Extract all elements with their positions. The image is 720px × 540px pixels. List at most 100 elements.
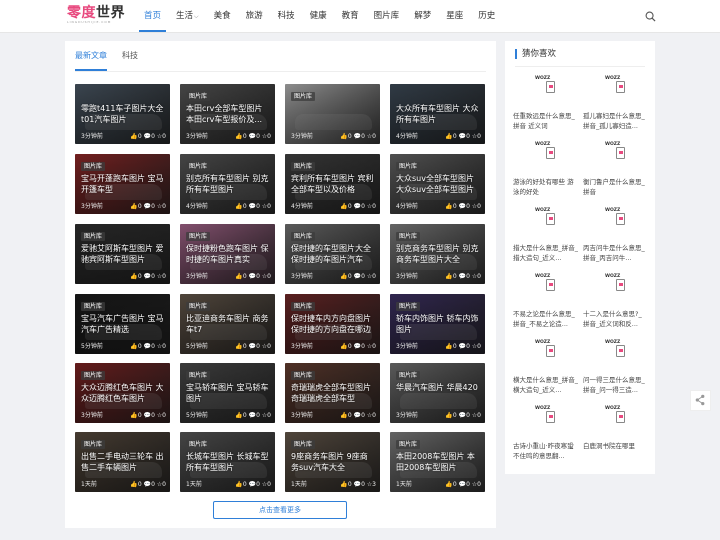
category-badge[interactable]: 图片库 [81,371,106,380]
article-card[interactable]: 图片库 9座商务车图片 9座商务suv汽车大全 1天前 👍0 💬0 ☆3 [285,432,380,492]
article-card[interactable]: 图片库 比亚迪商务车图片 商务车t7 5分钟前 👍0 💬0 ☆0 [180,294,275,354]
article-card[interactable]: 图片库 大众suv全部车型图片 大众suv全部车型图片 4分钟前 👍0 💬0 ☆0 [390,154,485,214]
article-card[interactable]: 图片库 保时捷粉色跑车图片 保时捷的车图片真实 3分钟前 👍0 💬0 ☆0 [180,224,275,284]
category-badge[interactable]: 图片库 [291,302,316,311]
nav-item[interactable]: 生活⌵ [171,0,204,32]
site-logo[interactable]: 零度世界 LINGDUSHIJIE.COM [67,5,125,27]
card-title[interactable]: 宝马轿车图片 宝马轿车图片 [186,382,270,404]
article-card[interactable]: 图片库 保时捷的车型图片大全 保时捷的车图片汽车 3分钟前 👍0 💬0 ☆0 [285,224,380,284]
card-title[interactable]: 别克商务车型图片 别克商务车型图片大全 [396,243,480,265]
recommend-item[interactable]: WOZZ 古诗小重山·昨夜寒蛩不住鸣的意思翻... [513,404,578,466]
card-title[interactable]: 轿车内饰图片 轿车内饰图片 [396,313,480,335]
article-card[interactable]: 图片库 大众迈腾红色车图片 大众迈腾红色车图片 3分钟前 👍0 💬0 ☆0 [75,363,170,423]
recommend-title[interactable]: 衡门鲁户是什么意思_拼音 [583,177,648,197]
nav-item[interactable]: 美食 [209,0,236,32]
category-badge[interactable]: 图片库 [186,162,211,171]
recommend-title[interactable]: 任重致远是什么意思_拼音 近义词 [513,111,578,131]
card-title[interactable]: 别克所有车型图片 别克所有车型图片 [186,173,270,195]
recommend-title[interactable]: 措大是什么意思_拼音_措大造句_近义... [513,243,578,263]
card-title[interactable]: 宝马开蓬跑车图片 宝马开篷车型 [81,173,165,195]
recommend-title[interactable]: 问一得三是什么意思_拼音_问一得三造... [583,375,648,395]
article-card[interactable]: 零跑t411车子图片大全t01汽车图片 3分钟前 👍0 💬0 ☆0 [75,84,170,144]
recommend-title[interactable]: 横大是什么意思_拼音_横大造句_近义... [513,375,578,395]
category-badge[interactable]: 图片库 [186,232,211,241]
nav-item[interactable]: 首页 [139,0,167,32]
card-title[interactable]: 9座商务车图片 9座商务suv汽车大全 [291,451,375,473]
search-icon[interactable] [645,11,656,22]
category-badge[interactable]: 图片库 [81,232,106,241]
recommend-title[interactable]: 游泳的好处有哪些 游泳的好处 [513,177,578,197]
card-title[interactable]: 长城车型图片 长城车型所有车型图片 [186,451,270,473]
card-title[interactable]: 大众所有车型图片 大众所有车图片 [396,103,480,125]
article-card[interactable]: 大众所有车型图片 大众所有车图片 4分钟前 👍0 💬0 ☆0 [390,84,485,144]
card-title[interactable]: 大众suv全部车型图片 大众suv全部车型图片 [396,173,480,195]
card-title[interactable]: 奇瑞瑞虎全部车型图片 奇瑞瑞虎全部车型 [291,382,375,404]
article-card[interactable]: 图片库 别克所有车型图片 别克所有车型图片 4分钟前 👍0 💬0 ☆0 [180,154,275,214]
nav-item[interactable]: 科技 [273,0,300,32]
category-badge[interactable]: 图片库 [291,92,316,101]
category-badge[interactable]: 图片库 [396,232,421,241]
category-badge[interactable]: 图片库 [396,162,421,171]
nav-item[interactable]: 旅游 [241,0,268,32]
article-tab[interactable]: 最新文章 [75,41,107,71]
nav-item[interactable]: 健康 [305,0,332,32]
article-card[interactable]: 图片库 华晨汽车图片 华晨420 3分钟前 👍0 💬0 ☆0 [390,363,485,423]
article-card[interactable]: 图片库 本田2008车型图片 本田2008车型图片 1天前 👍0 💬0 ☆0 [390,432,485,492]
category-badge[interactable]: 图片库 [186,371,211,380]
recommend-item[interactable]: WOZZ 丙吉问牛是什么意思_拼音_丙吉问牛... [583,206,648,268]
card-title[interactable]: 出售二手电动三轮车 出售二手车辆图片 [81,451,165,473]
recommend-item[interactable]: WOZZ 十二入是什么意思?_拼音_近义词和反... [583,272,648,334]
category-badge[interactable]: 图片库 [81,302,106,311]
card-title[interactable]: 爱驰艾阿斯车型图片 爱驰宾阿斯车型图片 [81,243,165,265]
nav-item[interactable]: 教育 [337,0,364,32]
nav-item[interactable]: 星座 [441,0,468,32]
card-title[interactable]: 宾利所有车型图片 宾利全部车型以及价格 [291,173,375,195]
recommend-item[interactable]: WOZZ 任重致远是什么意思_拼音 近义词 [513,74,578,136]
article-tab[interactable]: 科技 [122,41,138,71]
category-badge[interactable]: 图片库 [186,92,211,101]
article-card[interactable]: 图片库 3分钟前 👍0 💬0 ☆0 [285,84,380,144]
recommend-title[interactable]: 孤儿寡妇是什么意思_拼音_孤儿寡妇造... [583,111,648,131]
recommend-title[interactable]: 白鹿洞书院在哪里 [583,441,648,461]
nav-item[interactable]: 图片库 [369,0,405,32]
category-badge[interactable]: 图片库 [396,371,421,380]
nav-item[interactable]: 解梦 [409,0,436,32]
category-badge[interactable]: 图片库 [396,440,421,449]
load-more-button[interactable]: 点击查看更多 [213,501,347,519]
recommend-item[interactable]: WOZZ 白鹿洞书院在哪里 [583,404,648,466]
card-title[interactable]: 保时捷粉色跑车图片 保时捷的车图片真实 [186,243,270,265]
article-card[interactable]: 图片库 宝马轿车图片 宝马轿车图片 5分钟前 👍0 💬0 ☆0 [180,363,275,423]
recommend-item[interactable]: WOZZ 孤儿寡妇是什么意思_拼音_孤儿寡妇造... [583,74,648,136]
category-badge[interactable]: 图片库 [291,440,316,449]
card-title[interactable]: 宝马汽车广告图片 宝马汽车广告精选 [81,313,165,335]
card-title[interactable]: 华晨汽车图片 华晨420 [396,382,480,404]
article-card[interactable]: 图片库 爱驰艾阿斯车型图片 爱驰宾阿斯车型图片 👍0 💬0 ☆0 [75,224,170,284]
card-title[interactable]: 本田crv全部车型图片 本田crv车型报价及... [186,103,270,125]
card-title[interactable]: 零跑t411车子图片大全t01汽车图片 [81,103,165,125]
category-badge[interactable]: 图片库 [291,162,316,171]
nav-item[interactable]: 历史 [473,0,500,32]
category-badge[interactable]: 图片库 [396,302,421,311]
article-card[interactable]: 图片库 宝马开蓬跑车图片 宝马开篷车型 3分钟前 👍0 💬0 ☆0 [75,154,170,214]
recommend-title[interactable]: 古诗小重山·昨夜寒蛩不住鸣的意思翻... [513,441,578,461]
article-card[interactable]: 图片库 轿车内饰图片 轿车内饰图片 3分钟前 👍0 💬0 ☆0 [390,294,485,354]
article-card[interactable]: 图片库 保时捷车内方向盘图片 保时捷的方向盘在哪边 3分钟前 👍0 💬0 ☆0 [285,294,380,354]
recommend-item[interactable]: WOZZ 措大是什么意思_拼音_措大造句_近义... [513,206,578,268]
article-card[interactable]: 图片库 奇瑞瑞虎全部车型图片 奇瑞瑞虎全部车型 3分钟前 👍0 💬0 ☆0 [285,363,380,423]
recommend-item[interactable]: WOZZ 横大是什么意思_拼音_横大造句_近义... [513,338,578,400]
category-badge[interactable]: 图片库 [186,302,211,311]
article-card[interactable]: 图片库 本田crv全部车型图片 本田crv车型报价及... 3分钟前 👍0 💬0 ☆0 [180,84,275,144]
article-card[interactable]: 图片库 长城车型图片 长城车型所有车型图片 1天前 👍0 💬0 ☆0 [180,432,275,492]
category-badge[interactable]: 图片库 [186,440,211,449]
card-title[interactable]: 保时捷车内方向盘图片 保时捷的方向盘在哪边 [291,313,375,335]
card-title[interactable]: 保时捷的车型图片大全 保时捷的车图片汽车 [291,243,375,265]
share-button[interactable] [690,390,711,411]
recommend-title[interactable]: 丙吉问牛是什么意思_拼音_丙吉问牛... [583,243,648,263]
recommend-item[interactable]: WOZZ 问一得三是什么意思_拼音_问一得三造... [583,338,648,400]
recommend-item[interactable]: WOZZ 衡门鲁户是什么意思_拼音 [583,140,648,202]
card-title[interactable]: 本田2008车型图片 本田2008车型图片 [396,451,480,473]
card-title[interactable]: 大众迈腾红色车图片 大众迈腾红色车图片 [81,382,165,404]
recommend-title[interactable]: 不易之论是什么意思_拼音_不易之论造... [513,309,578,329]
recommend-title[interactable]: 十二入是什么意思?_拼音_近义词和反... [583,309,648,329]
article-card[interactable]: 图片库 别克商务车型图片 别克商务车型图片大全 3分钟前 👍0 💬0 ☆0 [390,224,485,284]
